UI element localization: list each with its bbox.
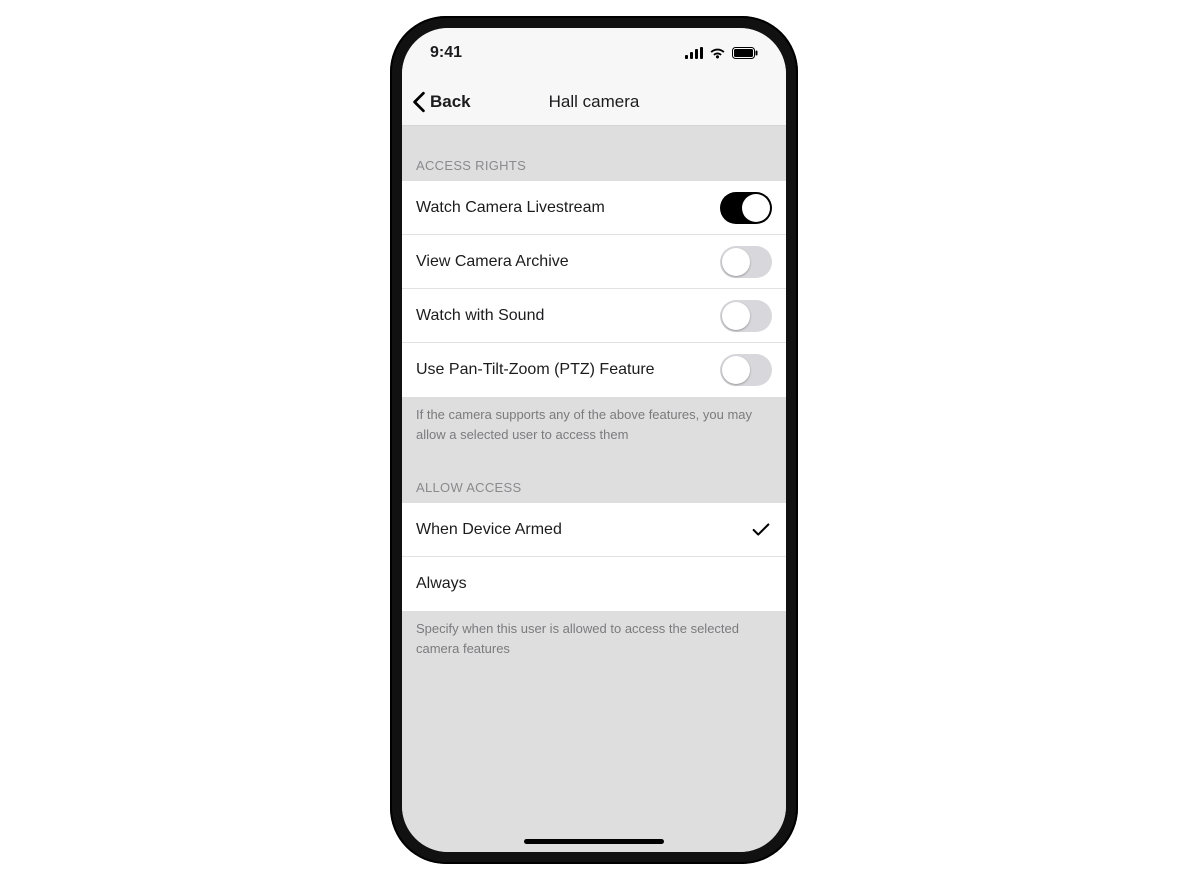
- status-indicators: [685, 47, 758, 59]
- status-bar: 9:41: [402, 28, 786, 78]
- battery-icon: [732, 47, 758, 59]
- row-ptz[interactable]: Use Pan-Tilt-Zoom (PTZ) Feature: [402, 343, 786, 397]
- row-when-armed[interactable]: When Device Armed: [402, 503, 786, 557]
- back-button[interactable]: Back: [402, 91, 471, 113]
- toggle-watch-sound[interactable]: [720, 300, 772, 332]
- home-indicator[interactable]: [524, 839, 664, 844]
- section-footer-allow-access: Specify when this user is allowed to acc…: [402, 611, 786, 662]
- row-always[interactable]: Always: [402, 557, 786, 611]
- section-header-allow-access: ALLOW ACCESS: [402, 448, 786, 503]
- allow-access-group: When Device Armed Always: [402, 503, 786, 611]
- chevron-left-icon: [410, 91, 428, 113]
- access-rights-group: Watch Camera Livestream View Camera Arch…: [402, 181, 786, 397]
- status-time: 9:41: [430, 44, 462, 62]
- screen: 9:41 Back Hall camera ACCESS RIGHTS Watc…: [402, 28, 786, 852]
- nav-bar: Back Hall camera: [402, 78, 786, 126]
- row-label: View Camera Archive: [416, 253, 569, 271]
- back-label: Back: [430, 92, 471, 112]
- cellular-icon: [685, 47, 703, 59]
- content-scroll[interactable]: ACCESS RIGHTS Watch Camera Livestream Vi…: [402, 126, 786, 852]
- phone-frame: 9:41 Back Hall camera ACCESS RIGHTS Watc…: [390, 16, 798, 864]
- row-label: Watch Camera Livestream: [416, 199, 605, 217]
- toggle-watch-livestream[interactable]: [720, 192, 772, 224]
- row-watch-sound[interactable]: Watch with Sound: [402, 289, 786, 343]
- toggle-view-archive[interactable]: [720, 246, 772, 278]
- row-label: Always: [416, 575, 467, 593]
- section-header-access-rights: ACCESS RIGHTS: [402, 126, 786, 181]
- row-label: When Device Armed: [416, 521, 562, 539]
- page-title: Hall camera: [549, 92, 640, 112]
- checkmark-icon: [750, 519, 772, 541]
- row-label: Watch with Sound: [416, 307, 544, 325]
- wifi-icon: [709, 47, 726, 59]
- row-watch-livestream[interactable]: Watch Camera Livestream: [402, 181, 786, 235]
- row-label: Use Pan-Tilt-Zoom (PTZ) Feature: [416, 361, 655, 379]
- section-footer-access-rights: If the camera supports any of the above …: [402, 397, 786, 448]
- toggle-ptz[interactable]: [720, 354, 772, 386]
- row-view-archive[interactable]: View Camera Archive: [402, 235, 786, 289]
